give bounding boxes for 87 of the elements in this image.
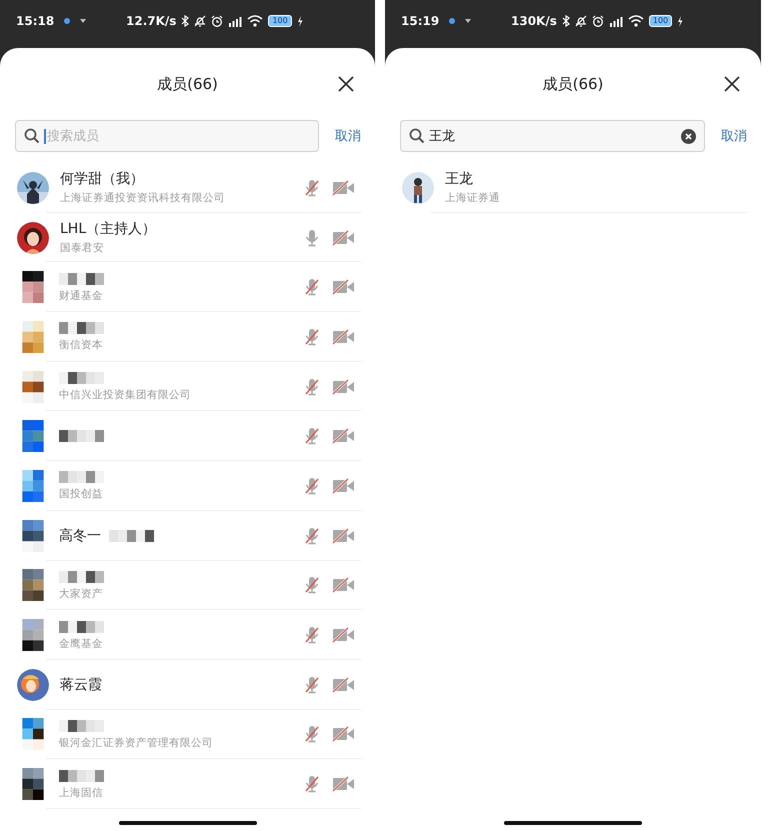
muted-mic-icon[interactable] xyxy=(304,576,320,594)
camera-off-icon[interactable] xyxy=(332,178,355,197)
mosaic-block xyxy=(59,471,104,484)
muted-mic-icon[interactable] xyxy=(304,328,320,346)
muted-mic-icon[interactable] xyxy=(304,178,320,197)
member-name: 何学甜（我） xyxy=(60,170,144,188)
search-field[interactable]: 搜索成员 xyxy=(15,120,319,152)
notification-dot-icon xyxy=(64,18,70,24)
member-company: 金鹰基金 xyxy=(59,636,104,651)
member-name: 高冬一 xyxy=(59,526,101,545)
camera-off-icon[interactable] xyxy=(332,576,355,594)
camera-off-icon[interactable] xyxy=(332,526,355,545)
mosaic-block xyxy=(59,430,104,442)
muted-mic-icon[interactable] xyxy=(304,626,320,644)
member-company: 国投创益 xyxy=(59,487,104,502)
alarm-icon xyxy=(211,15,224,27)
bluetooth-icon xyxy=(181,15,190,27)
alarm-icon xyxy=(592,15,604,27)
muted-mic-icon[interactable] xyxy=(304,378,320,396)
mosaic-block xyxy=(59,620,104,633)
network-speed: 130K/s xyxy=(511,14,557,28)
mosaic-block xyxy=(59,720,104,732)
camera-off-icon[interactable] xyxy=(332,427,355,446)
member-company: 上海证券通投资资讯科技有限公司 xyxy=(60,191,226,206)
search-input[interactable]: 王龙 xyxy=(429,128,677,144)
member-company: 上海证券通 xyxy=(445,191,501,206)
member-name: 蒋云霞 xyxy=(60,676,102,694)
sheet-title: 成员(66) xyxy=(157,74,218,94)
sheet-title: 成员(66) xyxy=(542,74,604,94)
member-company: 银河金汇证券资产管理有限公司 xyxy=(59,736,214,750)
mosaic-block xyxy=(59,322,104,334)
charging-icon xyxy=(296,16,303,26)
muted-mic-icon[interactable] xyxy=(304,526,320,545)
status-time: 15:19 xyxy=(401,14,440,28)
member-name: LHL（主持人） xyxy=(60,220,156,238)
camera-off-icon[interactable] xyxy=(332,476,355,495)
caret-icon xyxy=(465,19,472,23)
bell-off-icon xyxy=(574,15,587,27)
mosaic-block xyxy=(109,530,154,542)
camera-off-icon[interactable] xyxy=(332,328,355,346)
camera-off-icon[interactable] xyxy=(332,278,355,296)
close-icon[interactable] xyxy=(338,76,354,92)
camera-off-icon[interactable] xyxy=(332,676,355,694)
member-company: 财通基金 xyxy=(59,288,104,303)
mosaic-block xyxy=(59,272,104,285)
muted-mic-icon[interactable] xyxy=(304,725,320,744)
network-speed: 12.7K/s xyxy=(126,14,176,28)
member-company: 衡信资本 xyxy=(59,338,104,352)
charging-icon xyxy=(677,16,684,26)
mosaic-block xyxy=(59,770,104,782)
search-input[interactable]: 搜索成员 xyxy=(44,128,310,144)
mosaic-block xyxy=(59,372,104,384)
signal-icon xyxy=(228,15,242,27)
status-time: 15:18 xyxy=(16,14,54,28)
muted-mic-icon[interactable] xyxy=(304,278,320,296)
muted-mic-icon[interactable] xyxy=(304,427,320,446)
clear-icon[interactable] xyxy=(681,128,696,144)
member-company: 中信兴业投资集团有限公司 xyxy=(59,388,192,402)
member-company: 大家资产 xyxy=(59,586,104,601)
battery-level: 100 xyxy=(268,15,292,27)
mic-icon[interactable] xyxy=(304,228,320,247)
camera-off-icon[interactable] xyxy=(332,626,355,644)
member-company: 国泰君安 xyxy=(60,241,105,256)
bluetooth-icon xyxy=(562,15,570,27)
bell-off-icon xyxy=(194,15,206,27)
wifi-icon xyxy=(628,15,644,27)
wifi-icon xyxy=(247,15,264,27)
search-icon xyxy=(409,128,425,144)
muted-mic-icon[interactable] xyxy=(304,775,320,794)
signal-icon xyxy=(608,15,623,27)
camera-off-icon[interactable] xyxy=(332,378,355,396)
camera-off-icon[interactable] xyxy=(332,228,355,247)
muted-mic-icon[interactable] xyxy=(304,676,320,694)
camera-off-icon[interactable] xyxy=(332,725,355,744)
camera-off-icon[interactable] xyxy=(332,775,355,794)
mosaic-block xyxy=(59,570,104,583)
muted-mic-icon[interactable] xyxy=(304,476,320,495)
member-name: 王龙 xyxy=(445,170,473,188)
battery-level: 100 xyxy=(648,15,672,27)
search-field[interactable]: 王龙 xyxy=(400,120,705,152)
member-company: 上海固信 xyxy=(59,786,104,800)
close-icon[interactable] xyxy=(724,76,740,92)
cancel-button[interactable]: 取消 xyxy=(335,127,361,145)
caret-icon xyxy=(80,19,86,23)
search-icon xyxy=(24,128,40,144)
cancel-button[interactable]: 取消 xyxy=(721,127,747,145)
notification-dot-icon xyxy=(449,18,456,24)
